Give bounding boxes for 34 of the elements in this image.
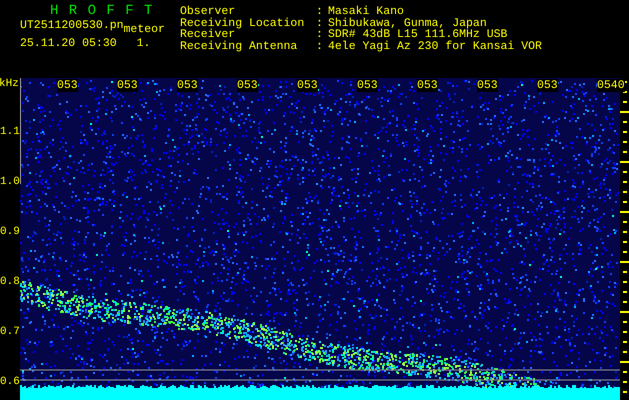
time-label: 053 xyxy=(177,79,198,92)
time-label: 053 xyxy=(417,79,438,92)
info-value: SDR# 43dB L15 111.6MHz USB xyxy=(328,29,508,40)
counter: 1. xyxy=(136,38,150,50)
timestamp: 25.11.20 05:30 xyxy=(20,38,117,50)
time-label: 053 xyxy=(237,79,258,92)
info-label: Observer xyxy=(180,6,236,18)
time-label: 053 xyxy=(297,79,318,92)
info-label: Receiving Location xyxy=(180,18,306,29)
info-separator: : xyxy=(316,29,324,40)
info-value: Masaki Kano xyxy=(328,6,405,18)
time-label: 053 xyxy=(57,79,78,92)
axis-unit: kHz xyxy=(0,78,20,90)
info-value: Shibukawa, Gunma, Japan xyxy=(328,18,488,29)
file-name: UT2511200530.pn xyxy=(20,20,124,32)
time-label: 053 xyxy=(477,79,498,92)
info-value: 4ele Yagi Az 230 for Kansai VOR xyxy=(328,40,542,52)
frequency-label: 1.0 xyxy=(0,176,20,188)
time-label: 053 xyxy=(117,79,138,92)
info-separator: : xyxy=(316,40,324,52)
info-separator: : xyxy=(316,18,324,29)
app-title: H R O F F T xyxy=(49,4,154,18)
frequency-label: 0.9 xyxy=(0,226,20,238)
time-label: 053 xyxy=(537,79,558,92)
info-separator: : xyxy=(316,6,324,18)
time-label: 0540 xyxy=(597,79,625,92)
time-label: 053 xyxy=(357,79,378,92)
frequency-label: 0.8 xyxy=(0,276,20,288)
frequency-label: 0.6 xyxy=(0,376,20,388)
frequency-label: 0.7 xyxy=(0,326,20,338)
info-label: Receiving Antenna xyxy=(180,40,298,52)
frequency-label: 1.1 xyxy=(0,126,20,138)
tag-label: meteor xyxy=(124,24,165,36)
info-label: Receiver xyxy=(180,29,236,40)
